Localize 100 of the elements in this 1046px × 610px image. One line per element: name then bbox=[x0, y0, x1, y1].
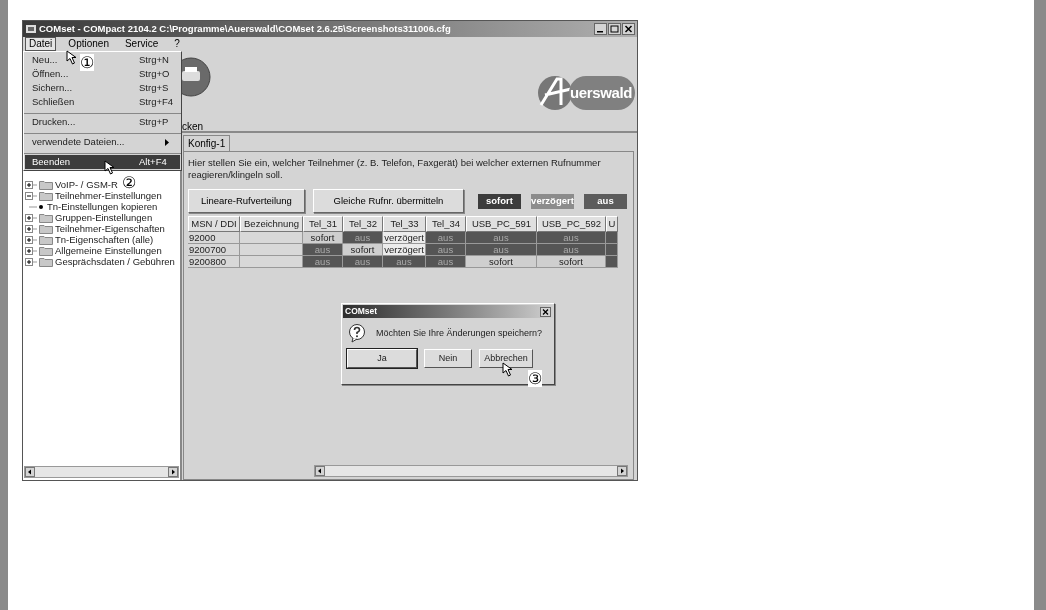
logo-mark-icon bbox=[536, 75, 573, 111]
table-cell: aus bbox=[303, 244, 343, 256]
table-cell bbox=[606, 232, 618, 244]
app-icon bbox=[25, 23, 37, 35]
table-cell: sofort bbox=[303, 232, 343, 244]
menu-item[interactable]: Sichern... Strg+S bbox=[25, 81, 180, 95]
folder-icon bbox=[39, 190, 53, 201]
expand-icon[interactable] bbox=[25, 235, 37, 244]
shortcut-label: Strg+P bbox=[139, 114, 170, 129]
shortcut-label: Strg+N bbox=[139, 52, 170, 67]
menu-item[interactable]: Schließen Strg+F4 bbox=[25, 95, 180, 109]
table-cell bbox=[240, 244, 303, 256]
table-cell: 92000 bbox=[188, 232, 240, 244]
menu-title[interactable]: ? bbox=[170, 37, 184, 51]
menu-item[interactable]: verwendete Dateien... bbox=[25, 135, 180, 149]
maximize-icon[interactable] bbox=[608, 23, 621, 35]
tree-item[interactable]: Teilnehmer-Eigenschaften bbox=[55, 223, 165, 234]
table-cell: sofort bbox=[537, 256, 606, 268]
scroll-right-icon[interactable] bbox=[617, 466, 627, 476]
legend-badge: sofort bbox=[478, 193, 521, 209]
column-header[interactable]: Tel_34 bbox=[426, 216, 466, 232]
table-cell: aus bbox=[537, 244, 606, 256]
column-header[interactable]: Tel_33 bbox=[383, 216, 426, 232]
expand-icon[interactable] bbox=[25, 246, 37, 255]
shortcut-label: Strg+F4 bbox=[139, 94, 173, 109]
expand-icon[interactable] bbox=[25, 257, 37, 266]
column-header[interactable]: Tel_32 bbox=[343, 216, 383, 232]
menu-item[interactable]: Drucken... Strg+P bbox=[25, 115, 180, 129]
callout-number: ③ bbox=[528, 370, 542, 387]
dialog-button[interactable]: Ja bbox=[347, 349, 417, 368]
dialog-button[interactable]: Abbrechen bbox=[479, 349, 533, 368]
scroll-left-icon[interactable] bbox=[25, 467, 35, 477]
column-header[interactable]: U bbox=[606, 216, 618, 232]
table-cell: aus bbox=[426, 232, 466, 244]
logo-text: uerswald bbox=[568, 76, 635, 110]
collapse-icon[interactable] bbox=[25, 191, 37, 200]
table-cell: sofort bbox=[343, 244, 383, 256]
dialog-title: COMset bbox=[345, 305, 378, 318]
folder-icon bbox=[39, 212, 53, 223]
table-cell: aus bbox=[426, 256, 466, 268]
legend-badge: verzögert bbox=[531, 193, 574, 209]
tree-item[interactable]: Tn-Eigenschaften (alle) bbox=[55, 234, 154, 245]
callout-number: ② bbox=[122, 174, 136, 191]
submenu-arrow-icon bbox=[165, 138, 169, 146]
horizontal-scrollbar[interactable] bbox=[24, 466, 179, 478]
table-cell bbox=[606, 244, 618, 256]
close-icon[interactable] bbox=[622, 23, 635, 35]
shortcut-label: Strg+O bbox=[139, 66, 171, 81]
shortcut-label: Strg+S bbox=[139, 80, 170, 95]
shortcut-label: Alt+F4 bbox=[139, 154, 168, 169]
folder-icon bbox=[39, 245, 53, 256]
table-cell bbox=[240, 232, 303, 244]
action-button[interactable]: Gleiche Rufnr. übermitteln bbox=[313, 189, 464, 213]
table-cell: aus bbox=[383, 256, 426, 268]
table-cell: aus bbox=[343, 232, 383, 244]
tree-item[interactable]: Gesprächsdaten / Gebühren bbox=[55, 256, 175, 267]
tab[interactable]: Konfig-1 bbox=[183, 135, 231, 151]
table-cell: verzögert bbox=[383, 232, 426, 244]
window-title: COMset - COMpact 2104.2 C:\Programme\Auerswald\COMset 2.6.25\Screenshots311006.cfg bbox=[39, 21, 451, 36]
menu-item[interactable]: Beenden Alt+F4 bbox=[25, 155, 180, 169]
table-cell: sofort bbox=[466, 256, 537, 268]
horizontal-scrollbar[interactable] bbox=[314, 465, 628, 477]
menu-title[interactable]: Service bbox=[120, 37, 163, 51]
scroll-left-icon[interactable] bbox=[315, 466, 325, 476]
action-button[interactable]: Lineare-Rufverteilung bbox=[188, 189, 305, 213]
expand-icon[interactable] bbox=[25, 180, 37, 189]
scroll-right-icon[interactable] bbox=[168, 467, 178, 477]
question-icon bbox=[348, 324, 366, 343]
legend-badge: aus bbox=[584, 193, 627, 209]
table-cell: aus bbox=[466, 244, 537, 256]
column-header[interactable]: Tel_31 bbox=[303, 216, 343, 232]
table-cell: aus bbox=[466, 232, 537, 244]
cursor-icon bbox=[502, 362, 513, 377]
column-header[interactable]: Bezeichnung bbox=[240, 216, 303, 232]
expand-icon[interactable] bbox=[25, 213, 37, 222]
toolbar-label[interactable]: cken bbox=[182, 119, 204, 134]
tree-item[interactable]: VoIP- / GSM-R bbox=[55, 179, 118, 190]
folder-icon bbox=[39, 256, 53, 267]
description-text: Hier stellen Sie ein, welcher Teilnehmer (z. B. Telefon, Faxgerät) bei welcher externen Rufnummer reagieren/klingeln soll. bbox=[188, 157, 602, 181]
tree-item[interactable]: Allgemeine Einstellungen bbox=[55, 245, 162, 256]
table-cell: 9200700 bbox=[188, 244, 240, 256]
table-cell bbox=[606, 256, 618, 268]
tree-item[interactable]: Gruppen-Einstellungen bbox=[55, 212, 153, 223]
tree-item[interactable]: Tn-Einstellungen kopieren bbox=[47, 201, 158, 212]
column-header[interactable]: MSN / DDI bbox=[188, 216, 240, 232]
dialog-message: Möchten Sie Ihre Änderungen speichern? bbox=[376, 326, 543, 340]
dialog-button[interactable]: Nein bbox=[424, 349, 472, 368]
tree-item[interactable]: Teilnehmer-Einstellungen bbox=[55, 190, 162, 201]
table-cell: aus bbox=[343, 256, 383, 268]
menu-title[interactable]: Optionen bbox=[64, 37, 113, 51]
table-cell: aus bbox=[426, 244, 466, 256]
minimize-icon[interactable] bbox=[594, 23, 607, 35]
menu-title[interactable]: Datei bbox=[25, 37, 57, 51]
expand-icon[interactable] bbox=[25, 224, 37, 233]
table-cell: verzögert bbox=[383, 244, 426, 256]
column-header[interactable]: USB_PC_592 bbox=[537, 216, 606, 232]
close-icon[interactable] bbox=[540, 306, 551, 317]
table-cell bbox=[240, 256, 303, 268]
column-header[interactable]: USB_PC_591 bbox=[466, 216, 537, 232]
callout-number: ① bbox=[80, 54, 94, 71]
